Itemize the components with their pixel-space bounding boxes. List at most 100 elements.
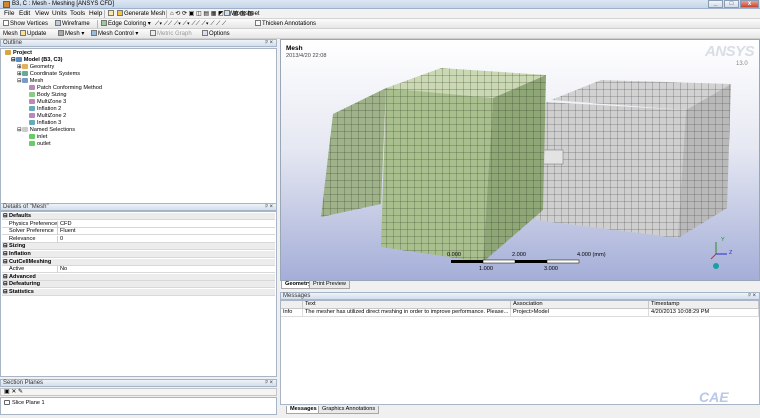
graphics-viewport[interactable]: Mesh 2013/4/20 22:08 ANSYS 13.0 0.000 2.…	[280, 39, 760, 281]
menu-units[interactable]: Units	[52, 10, 67, 17]
edit-plane-icon[interactable]: ✎	[18, 389, 23, 395]
update-button[interactable]: Update	[20, 30, 46, 38]
details-row[interactable]: CutCellMeshing ⊟	[2, 258, 275, 266]
details-group-label: Statistics	[9, 289, 34, 295]
details-row[interactable]: Solver Preference Fluent	[2, 228, 275, 236]
details-row[interactable]: Active No	[2, 266, 275, 274]
wireframe-button[interactable]: Wireframe	[55, 20, 90, 28]
tree-patch-conforming[interactable]: Patch Conforming Method	[29, 85, 102, 91]
tab-print-preview[interactable]: Print Preview	[309, 281, 350, 289]
menu-tools[interactable]: Tools	[70, 10, 85, 17]
details-value[interactable]: 0	[57, 235, 63, 243]
pin-icon[interactable]: ᵖ ×	[749, 293, 756, 300]
slice-plane-item[interactable]: Slice Plane 1	[4, 400, 45, 406]
messages-header: Messages ᵖ ×	[280, 292, 760, 300]
expand-toggle-icon[interactable]: ⊟	[3, 281, 8, 287]
menu-help[interactable]: Help	[89, 10, 102, 17]
show-vertices-label: Show Vertices	[10, 21, 49, 27]
minimize-icon[interactable]: _	[708, 0, 723, 8]
details-row[interactable]: Statistics ⊟	[2, 289, 275, 296]
tab-graphics-annotations[interactable]: Graphics Annotations	[318, 406, 380, 414]
scale-label-1: 1.000	[479, 266, 493, 272]
generate-mesh-button[interactable]: Generate Mesh	[117, 10, 165, 18]
expand-toggle-icon[interactable]: ⊟	[3, 259, 8, 265]
scale-label-0: 0.000	[447, 252, 461, 258]
scale-bar-seg	[451, 260, 483, 263]
tree-inflation-3[interactable]: Inflation 3	[29, 120, 61, 126]
details-row[interactable]: Defeaturing ⊟	[2, 281, 275, 289]
triad-z-label: Z	[729, 250, 733, 256]
menu-edit[interactable]: Edit	[19, 10, 30, 17]
details-value[interactable]: CFD	[57, 220, 72, 228]
msg-association[interactable]: Project>Model	[511, 309, 649, 317]
tree-multizone-3[interactable]: MultiZone 3	[29, 99, 66, 105]
details-row[interactable]: Defaults ⊟	[2, 213, 275, 220]
mesh-control-button[interactable]: Mesh Control ▾	[91, 30, 138, 38]
tree-model[interactable]: ⊟ Model (B3, C3)	[11, 57, 63, 63]
tree-geometry[interactable]: ⊞ Geometry	[17, 64, 54, 70]
options-button[interactable]: Options	[202, 30, 230, 38]
edge-tools-icons[interactable]: ⟋▾ ⟋⟋ ⟋▾ ⟋▾ ⟋⟋ ⟋▾ ⟋ ⟋ ⟋	[155, 20, 226, 28]
metric-graph-button[interactable]: Metric Graph	[150, 30, 192, 38]
msg-text[interactable]: The mesher has utilized direct meshing i…	[303, 309, 511, 317]
tree-coordinate-systems[interactable]: ⊞ Coordinate Systems	[17, 71, 80, 77]
section-planes-header: Section Planes ᵖ ×	[0, 379, 277, 387]
tree-mesh[interactable]: ⊟ Mesh	[17, 78, 43, 84]
worksheet-button[interactable]: Worksheet	[224, 10, 260, 18]
triad-ball-icon[interactable]	[713, 263, 719, 269]
messages-table: Text Association Timestamp Info The mesh…	[280, 300, 760, 405]
maximize-icon[interactable]: □	[724, 0, 739, 8]
col-association[interactable]: Association	[511, 301, 649, 309]
pin-icon[interactable]: ᵖ ×	[266, 380, 273, 387]
thicken-annotations-button[interactable]: Thicken Annotations	[255, 20, 316, 28]
details-row[interactable]: Sizing ⊟	[2, 243, 275, 251]
col-type[interactable]	[281, 301, 303, 309]
delete-plane-icon[interactable]: ✕	[11, 389, 16, 395]
tab-messages[interactable]: Messages	[286, 406, 321, 414]
thicken-label: Thicken Annotations	[262, 21, 317, 27]
msg-type[interactable]: Info	[281, 309, 303, 317]
mesh-menu-button[interactable]: Mesh ▾	[58, 30, 84, 38]
details-value[interactable]: Fluent	[57, 228, 76, 236]
close-icon[interactable]: x	[740, 0, 759, 8]
outline-title: Outline	[3, 40, 23, 46]
pin-icon[interactable]: ᵖ ×	[266, 40, 273, 47]
menu-file[interactable]: File	[4, 10, 14, 17]
tree-body-sizing[interactable]: Body Sizing	[29, 92, 67, 98]
add-plane-icon[interactable]: ▣	[4, 389, 10, 395]
tree-outlet[interactable]: outlet	[29, 141, 51, 147]
details-title: Details of "Mesh"	[3, 204, 49, 210]
expand-toggle-icon[interactable]: ⊟	[3, 251, 8, 257]
mesh-control-label: Mesh Control	[98, 31, 134, 37]
pin-icon[interactable]: ᵖ ×	[266, 204, 273, 211]
edge-coloring-button[interactable]: Edge Coloring ▾	[101, 20, 151, 28]
details-group-label: Defeaturing	[9, 281, 41, 288]
tree-named-selections[interactable]: ⊟ Named Selections	[17, 127, 75, 133]
select-icon[interactable]	[108, 10, 115, 18]
checkbox-icon[interactable]	[4, 400, 10, 405]
details-row[interactable]: Relevance 0	[2, 235, 275, 243]
update-label: Update	[27, 31, 47, 37]
details-value[interactable]: No	[57, 266, 67, 274]
col-timestamp[interactable]: Timestamp	[649, 301, 759, 309]
details-row[interactable]: Physics Preference CFD	[2, 220, 275, 228]
coordinate-icon	[21, 71, 28, 76]
details-key: Physics Preference	[9, 220, 58, 227]
expand-toggle-icon[interactable]: ⊟	[3, 243, 8, 249]
msg-timestamp[interactable]: 4/20/2013 10:08:29 PM	[649, 309, 759, 317]
details-grid: Defaults ⊟ Physics Preference CFD Solver Pre…	[0, 211, 277, 377]
details-row[interactable]: Inflation ⊟	[2, 251, 275, 258]
tree-multizone-2[interactable]: MultiZone 2	[29, 113, 66, 119]
tree-project[interactable]: Project	[5, 50, 32, 56]
details-row[interactable]: Advanced ⊟	[2, 273, 275, 281]
tree-inflation-2[interactable]: Inflation 2	[29, 106, 61, 112]
tree-inlet[interactable]: inlet	[29, 134, 47, 140]
details-group-label: CutCellMeshing	[9, 258, 52, 265]
menu-bar: File Edit View Units Tools Help Generate…	[0, 9, 760, 19]
show-vertices-button[interactable]: Show Vertices	[3, 20, 48, 28]
expand-toggle-icon[interactable]: ⊟	[3, 213, 8, 219]
col-text[interactable]: Text	[303, 301, 511, 309]
expand-toggle-icon[interactable]: ⊟	[3, 289, 8, 295]
menu-view[interactable]: View	[35, 10, 49, 17]
expand-toggle-icon[interactable]: ⊟	[3, 274, 8, 280]
